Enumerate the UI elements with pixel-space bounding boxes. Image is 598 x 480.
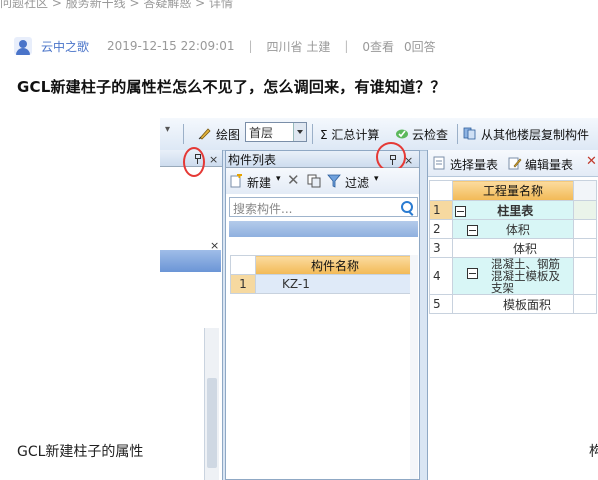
cloud-check-button[interactable]: 云检查 — [412, 126, 448, 143]
table-corner — [230, 255, 256, 275]
chevron-down-icon[interactable]: ▾ — [374, 174, 379, 184]
scrollbar-thumb[interactable] — [207, 378, 217, 468]
component-table: 构件名称 1 KZ-1 — [230, 255, 415, 294]
cut-off-caption: 构 — [589, 444, 598, 460]
left-panel-band — [160, 250, 221, 272]
quantity-name: 模板面积 — [503, 297, 552, 312]
floor-select-value: 首层 — [249, 126, 274, 140]
collapse-toggle-icon[interactable] — [455, 205, 466, 217]
table-corner — [429, 180, 453, 201]
draw-icon — [198, 128, 211, 140]
toolbar-separator — [457, 124, 458, 144]
column-header[interactable]: 工程量名称 — [452, 180, 574, 201]
red-annotation-circle — [183, 147, 205, 177]
component-toolbar: 新建 ▾ ✕ 过滤 ▾ — [226, 168, 419, 194]
quantity-table-panel: 选择量表 编辑量表 ✕ 工程量名称 1 柱里表 2 体积 3 体积 4 混凝土、… — [427, 150, 598, 480]
copy-from-floor-button[interactable]: 从其他楼层复制构件 — [481, 126, 589, 143]
delete-icon[interactable]: ✕ — [586, 154, 597, 169]
chevron-down-icon[interactable]: ▾ — [276, 174, 281, 184]
quantity-name: 体积 — [513, 241, 538, 256]
table-cell[interactable] — [573, 294, 597, 314]
copy-floor-icon — [463, 127, 476, 140]
table-row[interactable]: 2 体积 — [429, 219, 597, 239]
new-icon — [230, 174, 242, 188]
quantity-table: 工程量名称 1 柱里表 2 体积 3 体积 4 混凝土、钢筋混凝土模板及支架 5… — [429, 180, 597, 314]
view-count: 0查看 — [362, 39, 395, 54]
component-panel-title: 构件列表 — [228, 153, 277, 167]
quantity-toolbar: 选择量表 编辑量表 ✕ — [428, 150, 598, 177]
component-search-input[interactable]: 搜索构件... — [229, 197, 418, 217]
component-panel-band — [229, 221, 418, 237]
post-location: 四川省 土建 — [266, 39, 331, 54]
close-icon[interactable]: × — [209, 154, 218, 165]
search-placeholder: 搜索构件... — [233, 202, 293, 216]
edit-table-icon — [508, 157, 522, 170]
table-row[interactable]: 5 模板面积 — [429, 294, 597, 314]
row-number: 3 — [429, 238, 453, 258]
collapse-toggle-icon[interactable] — [467, 224, 478, 236]
chevron-down-icon[interactable] — [293, 123, 306, 141]
column-header[interactable]: 构件名称 — [255, 255, 415, 275]
vertical-scrollbar[interactable] — [410, 255, 418, 479]
search-icon[interactable] — [401, 201, 413, 213]
draw-button[interactable]: 绘图 — [216, 126, 240, 143]
vertical-scrollbar[interactable] — [204, 328, 219, 480]
floor-select[interactable]: 首层 — [245, 122, 307, 142]
collapse-toggle-icon[interactable] — [467, 268, 478, 279]
table-cell[interactable] — [573, 200, 597, 220]
breadcrumb: 问题社区 > 服务新干线 > 答疑解惑 > 详情 — [0, 0, 234, 10]
table-cell — [573, 180, 597, 201]
filter-button[interactable]: 过滤 — [345, 174, 369, 191]
toolbar-separator — [183, 124, 184, 144]
sum-calc-button[interactable]: Σ 汇总计算 — [320, 126, 379, 143]
close-icon[interactable]: × — [210, 240, 219, 251]
quantity-name: 柱里表 — [497, 203, 534, 218]
select-table-button[interactable]: 选择量表 — [450, 156, 498, 173]
question-title: GCL新建柱子的属性栏怎么不见了，怎么调回来，有谁知道？？ — [17, 78, 446, 96]
toolbar-separator — [312, 124, 313, 144]
table-cell[interactable] — [573, 257, 597, 295]
attached-screenshot[interactable]: ▾ 绘图 首层 Σ 汇总计算 云检查 从其他楼层复制构件 × × 构件列表 × … — [160, 118, 598, 480]
answer-count: 0回答 — [404, 39, 436, 54]
table-row[interactable]: 3 体积 — [429, 238, 597, 258]
copy-icon[interactable] — [307, 174, 321, 188]
edit-table-button[interactable]: 编辑量表 — [525, 156, 573, 173]
meta-separator: | — [248, 39, 253, 53]
row-number: 5 — [429, 294, 453, 314]
component-name-cell[interactable]: KZ-1 — [255, 274, 415, 294]
cloud-check-icon — [396, 129, 408, 139]
table-row[interactable]: 1 KZ-1 — [230, 274, 415, 294]
row-number: 1 — [429, 200, 453, 220]
new-button[interactable]: 新建 — [247, 174, 271, 191]
author-link[interactable]: 云中之歌 — [41, 38, 89, 55]
quantity-name: 体积 — [505, 222, 530, 237]
row-number: 2 — [429, 219, 453, 239]
toolbar-dropdown-arrow-icon[interactable]: ▾ — [165, 124, 170, 135]
component-list-panel: 构件列表 × 新建 ▾ ✕ 过滤 ▾ 搜索构件... 构件名称 1 KZ-1 — [225, 142, 420, 480]
quantity-name: 混凝土、钢筋混凝土模板及支架 — [491, 257, 560, 295]
table-cell[interactable] — [573, 238, 597, 258]
delete-icon[interactable]: ✕ — [287, 171, 300, 189]
meta-separator: | — [344, 39, 349, 53]
table-row[interactable]: 4 混凝土、钢筋混凝土模板及支架 — [429, 257, 597, 295]
row-number: 1 — [230, 274, 256, 294]
row-number: 4 — [429, 257, 453, 295]
select-table-icon — [433, 156, 445, 170]
post-datetime: 2019-12-15 22:09:01 — [107, 39, 235, 53]
table-row[interactable]: 1 柱里表 — [429, 200, 597, 220]
filter-icon — [327, 174, 341, 188]
table-cell[interactable] — [573, 219, 597, 239]
image-caption: GCL新建柱子的属性 — [17, 444, 144, 460]
question-meta: 云中之歌 2019-12-15 22:09:01 | 四川省 土建 | 0查看 … — [14, 37, 436, 55]
left-panel: × × — [160, 147, 223, 480]
avatar[interactable] — [14, 37, 32, 55]
